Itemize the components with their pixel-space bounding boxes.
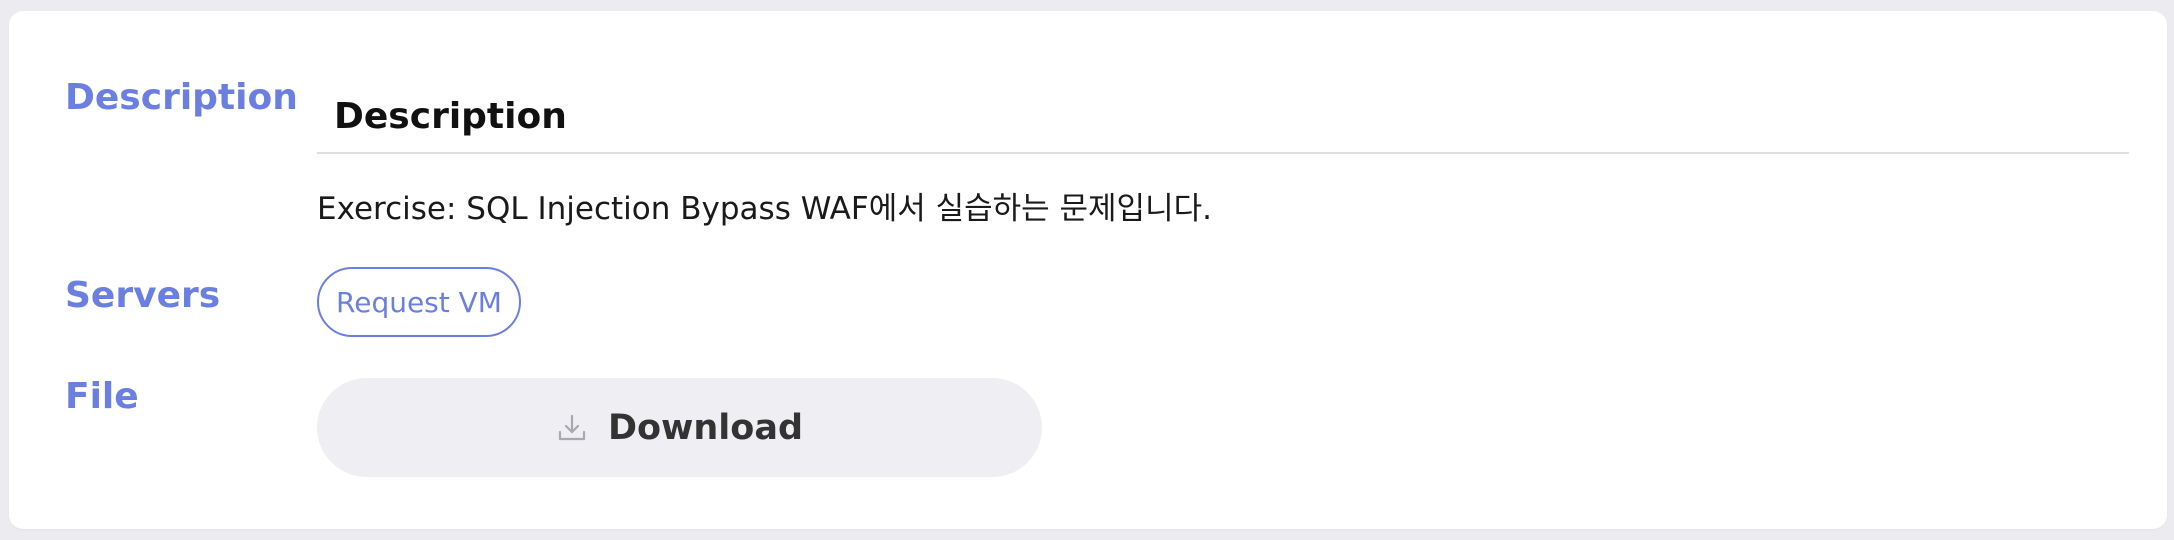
challenge-info-card: Description Servers File Description Exe… [9, 11, 2167, 529]
description-heading: Description [334, 96, 567, 137]
download-button[interactable]: Download [317, 378, 1042, 477]
request-vm-label: Request VM [336, 285, 502, 319]
description-section-label: Description [65, 77, 298, 118]
description-body: Exercise: SQL Injection Bypass WAF에서 실습하… [317, 191, 1212, 227]
download-label: Download [607, 407, 804, 448]
request-vm-button[interactable]: Request VM [317, 267, 521, 337]
description-divider [317, 152, 2129, 154]
servers-section-label: Servers [65, 275, 221, 316]
file-section-label: File [65, 376, 139, 417]
download-icon [556, 412, 588, 444]
